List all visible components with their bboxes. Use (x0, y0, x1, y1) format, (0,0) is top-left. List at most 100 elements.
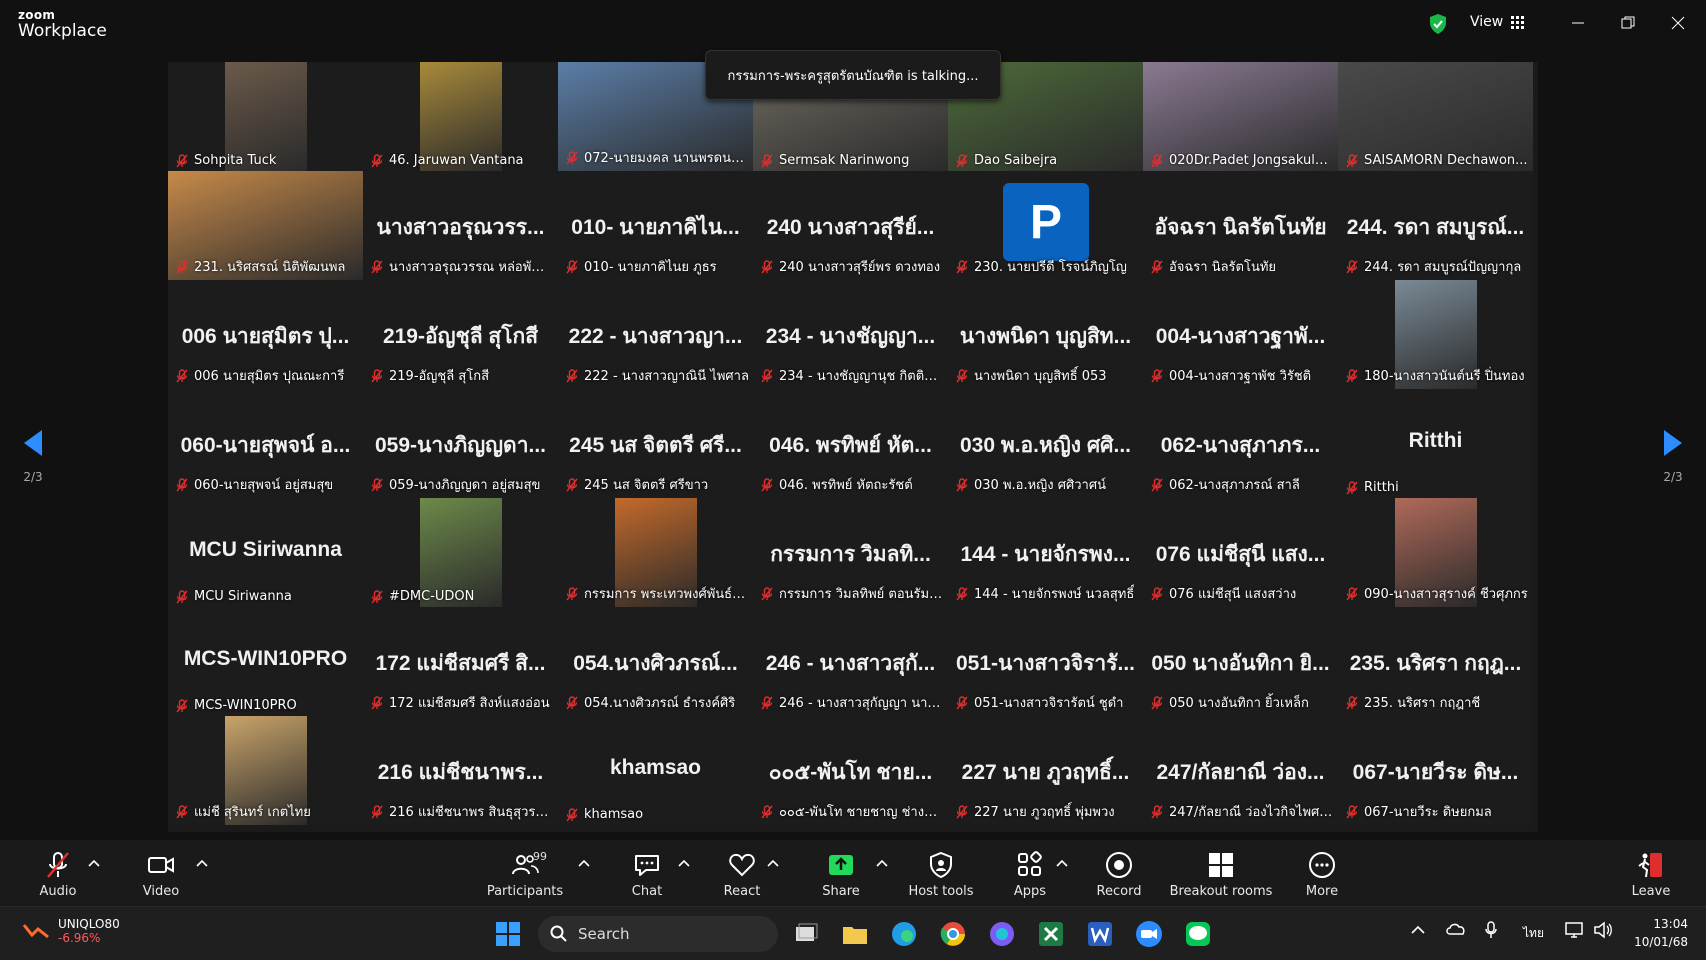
talking-banner: กรรมการ-พระครูสุตรัตนบัณฑิต is talking..… (705, 50, 1001, 100)
windows-start-icon[interactable] (493, 919, 523, 949)
participant-tile[interactable]: 004-นางสาวฐาพั... 004-นางสาวฐาพัช วิรัชติ (1143, 280, 1338, 389)
participant-tile[interactable]: 046. พรทิพย์ หัต... 046. พรทิพย์ หัตถะรัช… (753, 389, 948, 498)
participant-tile[interactable]: Sohpita Tuck (168, 62, 363, 171)
record-button[interactable]: Record (1079, 850, 1159, 899)
task-view-icon[interactable] (790, 919, 820, 949)
participant-tile[interactable]: Ritthi Ritthi (1338, 389, 1533, 498)
participant-tile[interactable]: SAISAMORN Dechawon... (1338, 62, 1533, 171)
video-button[interactable]: Video (121, 850, 201, 899)
participant-tile[interactable]: MCS-WIN10PRO MCS-WIN10PRO (168, 607, 363, 716)
participant-tile[interactable]: 246 - นางสาวสุกั... 246 - นางสาวสุกัญญา น… (753, 607, 948, 716)
gallery-grid: Sohpita Tuck 46. Jaruwan Vantana 072-นายมง… (168, 62, 1538, 832)
share-options-caret-icon[interactable] (875, 858, 889, 868)
participant-tile[interactable]: 244. รดา สมบูรณ์... 244. รดา สมบูรณ์ปัญญา… (1338, 171, 1533, 280)
participant-tile[interactable]: 051-นางสาวจิรารั... 051-นางสาวจิรารัตน์ ช… (948, 607, 1143, 716)
close-button[interactable] (1658, 8, 1698, 38)
react-options-caret-icon[interactable] (766, 858, 780, 868)
stock-widget[interactable]: UNIQLO80 -6.96% (22, 917, 120, 945)
participant-tile[interactable]: 010- นายภาคิไน... 010- นายภาคิไนย ภูธร (558, 171, 753, 280)
participant-tile[interactable]: 180-นางสาวนันต์นรี ปิ่นทอง (1338, 280, 1533, 389)
participant-name: อัจฉรา นิลรัตโนทัย (1169, 260, 1277, 275)
participant-tile[interactable]: MCU Siriwanna MCU Siriwanna (168, 498, 363, 607)
participant-tile[interactable]: 062-นางสุภาภร... 062-นางสุภาภรณ์ สาลี (1143, 389, 1338, 498)
participant-tile[interactable]: 235. นริศรา กฤฎ... 235. นริศรา กฤฎาชี (1338, 607, 1533, 716)
mic-muted-icon (371, 804, 383, 818)
participant-name-display: Ritthi (1408, 429, 1463, 452)
restore-button[interactable] (1608, 8, 1648, 38)
breakout-rooms-button[interactable]: Breakout rooms (1166, 850, 1276, 899)
apps-options-caret-icon[interactable] (1055, 858, 1069, 868)
participant-tile[interactable]: 030 พ.อ.หญิง ศศิ... 030 พ.อ.หญิง ศศิวาศน์ (948, 389, 1143, 498)
microphone-tray-icon[interactable] (1484, 921, 1498, 939)
participant-tile[interactable]: อัจฉรา นิลรัตโนทัย อัจฉรา นิลรัตโนทัย (1143, 171, 1338, 280)
audio-button[interactable]: Audio (18, 850, 98, 899)
audio-options-caret-icon[interactable] (87, 858, 101, 868)
participant-tile[interactable]: 245 นส จิตตรี ศรี... 245 นส จิตตรี ศรีขาว (558, 389, 753, 498)
host-tools-button[interactable]: Host tools (901, 850, 981, 899)
next-page-button[interactable]: 2/3 (1658, 428, 1688, 484)
participant-tile[interactable]: ๐๐๕-พันโท ชาย... ๐๐๕-พันโท ชายชาญ ช่างสุ.… (753, 716, 948, 825)
taskbar-search[interactable]: Search (538, 916, 778, 952)
chrome-icon[interactable] (938, 919, 968, 949)
input-language[interactable]: ไทย (1523, 924, 1544, 943)
participant-tile[interactable]: นางสาวอรุณวรร... นางสาวอรุณวรรณ หล่อพัฒน.… (363, 171, 558, 280)
participant-tile[interactable]: 059-นางภิญญดา... 059-นางภิญญดา อยู่สมสุข (363, 389, 558, 498)
stock-name: UNIQLO80 (58, 917, 120, 931)
participant-tile[interactable]: 234 - นางชัญญา... 234 - นางชัญญานุช กิตติ… (753, 280, 948, 389)
participant-tile[interactable]: 054.นางศิวภรณ์... 054.นางศิวภรณ์ ธำรงค์ศิ… (558, 607, 753, 716)
chat-label: Chat (631, 884, 663, 899)
participant-tile[interactable]: 219-อัญชุลี สุโกสี 219-อัญชุลี สุโกสี (363, 280, 558, 389)
participant-tile[interactable]: 090-นางสาวสุรางค์ ชีวศุภกร (1338, 498, 1533, 607)
participant-tile[interactable]: 46. Jaruwan Vantana (363, 62, 558, 171)
participant-tile[interactable]: 247/กัลยาณี ว่อง... 247/กัลยาณี ว่องไวกิจ… (1143, 716, 1338, 825)
participant-tile[interactable]: 006 นายสุมิตร ปุ... 006 นายสุมิตร ปุณณะกา… (168, 280, 363, 389)
tray-chevron-up-icon[interactable] (1411, 925, 1425, 935)
leave-button[interactable]: Leave (1611, 850, 1691, 899)
share-button[interactable]: Share (801, 850, 881, 899)
zoom-app-icon[interactable] (1134, 919, 1164, 949)
word-icon[interactable] (1085, 919, 1115, 949)
participant-tile[interactable]: 172 แม่ชีสมศรี สิ... 172 แม่ชีสมศรี สิงห์… (363, 607, 558, 716)
participant-tile[interactable]: P 230. นายปรีดี โรจน์ภิญโญ (948, 171, 1143, 280)
participant-tile[interactable]: 144 - นายจักรพง... 144 - นายจักรพงษ์ นวลส… (948, 498, 1143, 607)
canva-icon[interactable] (987, 919, 1017, 949)
mic-muted-icon (566, 586, 578, 600)
participants-button[interactable]: 99 Participants (485, 850, 565, 899)
participants-options-caret-icon[interactable] (577, 858, 591, 868)
excel-icon[interactable] (1036, 919, 1066, 949)
network-icon[interactable] (1565, 921, 1585, 939)
view-button[interactable]: View (1470, 14, 1525, 30)
volume-icon[interactable] (1593, 921, 1613, 939)
minimize-icon (1572, 22, 1584, 24)
previous-page-button[interactable]: 2/3 (18, 428, 48, 484)
chat-button[interactable]: Chat (607, 850, 687, 899)
participant-tile[interactable]: 020Dr.Padet Jongsakulsiri (1143, 62, 1338, 171)
participant-tile[interactable]: 240 นางสาวสุรีย์... 240 นางสาวสุรีย์พร ดว… (753, 171, 948, 280)
participant-tile[interactable]: 067-นายวีระ ดิษ... 067-นายวีระ ดิษยกมล (1338, 716, 1533, 825)
participant-tile[interactable]: แม่ชี สุรินทร์ เกตไทย (168, 716, 363, 825)
file-explorer-icon[interactable] (840, 919, 870, 949)
participant-tile[interactable]: khamsao khamsao (558, 716, 753, 825)
participant-tile[interactable]: 076 แม่ชีสุนี แสง... 076 แม่ชีสุนี แสงสว่… (1143, 498, 1338, 607)
participant-name-display: 227 นาย ภูวฤทธิ์... (961, 761, 1130, 784)
participant-tile[interactable]: 060-นายสุพจน์ อ... 060-นายสุพจน์ อยู่สมสุ… (168, 389, 363, 498)
minimize-button[interactable] (1558, 8, 1598, 38)
participant-tile[interactable]: 216 แม่ชีชนาพร... 216 แม่ชีชนาพร สินธุสุว… (363, 716, 558, 825)
participant-tile[interactable]: #DMC-UDON (363, 498, 558, 607)
participant-tile[interactable]: นางพนิดา บุญสิท... นางพนิดา บุญสิทธิ์ 053 (948, 280, 1143, 389)
onedrive-cloud-icon[interactable] (1446, 921, 1466, 937)
edge-browser-icon[interactable] (889, 919, 919, 949)
participant-tile[interactable]: 222 - นางสาวญา... 222 - นางสาวญาณินี ไพศา… (558, 280, 753, 389)
chat-options-caret-icon[interactable] (677, 858, 691, 868)
participant-tile[interactable]: 227 นาย ภูวฤทธิ์... 227 นาย ภูวฤทธิ์ พุ่ม… (948, 716, 1143, 825)
participant-tile[interactable]: กรรมการ วิมลทิ... กรรมการ วิมลทิพย์ ตอนรั… (753, 498, 948, 607)
participant-tile[interactable]: 050 นางอันทิกา ยิ... 050 นางอันทิกา ยิ้วเ… (1143, 607, 1338, 716)
participant-tile[interactable]: กรรมการ พระเทวพงศ์พันธ์ ต... (558, 498, 753, 607)
line-app-icon[interactable] (1183, 919, 1213, 949)
system-clock[interactable]: 13:04 10/01/68 (1628, 915, 1688, 951)
mic-muted-icon (1151, 477, 1163, 491)
participant-tile[interactable]: 231. นริศสรณ์ นิติพัฒนพล (168, 171, 363, 280)
video-options-caret-icon[interactable] (195, 858, 209, 868)
more-button[interactable]: More (1282, 850, 1362, 899)
encryption-shield-icon[interactable] (1428, 13, 1448, 35)
